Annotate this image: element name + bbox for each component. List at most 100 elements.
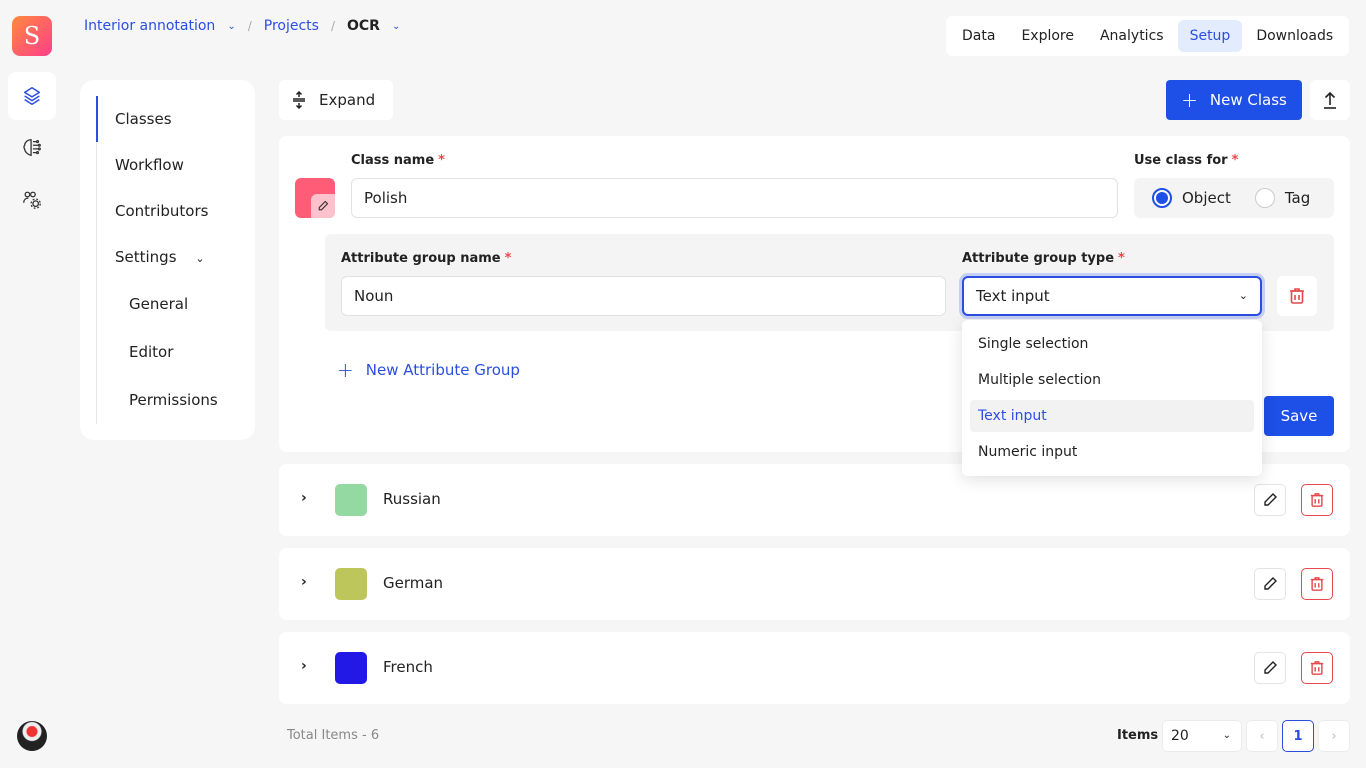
delete-attribute-group-button[interactable]: [1277, 276, 1317, 316]
edit-class-button[interactable]: [1254, 568, 1286, 600]
sidenav-active-indicator: [96, 96, 98, 142]
rail-classes-button[interactable]: [8, 72, 56, 120]
pencil-icon: [1264, 493, 1277, 506]
class-row: › French: [279, 632, 1350, 704]
trash-icon: [1290, 288, 1304, 304]
attribute-group-type-label: Attribute group type *: [962, 251, 1125, 266]
class-color-swatch: [335, 652, 367, 684]
chevron-down-icon[interactable]: ⌄: [392, 21, 400, 32]
chevron-right-icon[interactable]: ›: [301, 574, 307, 590]
plus-icon: +: [337, 358, 354, 382]
new-attribute-group-label: New Attribute Group: [365, 361, 520, 379]
rail-ai-button[interactable]: [8, 124, 56, 172]
radio-object-label[interactable]: Object: [1182, 189, 1231, 207]
breadcrumb: Interior annotation ⌄ / Projects / OCR ⌄: [84, 18, 400, 34]
breadcrumb-workspace[interactable]: Interior annotation: [84, 18, 215, 34]
expand-button[interactable]: Expand: [279, 80, 393, 120]
edit-class-button[interactable]: [1254, 484, 1286, 516]
delete-class-button[interactable]: [1301, 568, 1333, 600]
page-1-button[interactable]: 1: [1282, 720, 1314, 752]
new-class-label: New Class: [1209, 91, 1287, 109]
new-class-button[interactable]: + New Class: [1166, 80, 1302, 120]
next-page-button[interactable]: ›: [1318, 720, 1350, 752]
user-avatar[interactable]: [17, 721, 47, 751]
use-class-for-label: Use class for *: [1134, 153, 1239, 168]
edit-class-button[interactable]: [1254, 652, 1286, 684]
chevron-down-icon: ⌄: [1222, 730, 1231, 741]
chevron-right-icon[interactable]: ›: [301, 658, 307, 674]
total-items: Total Items - 6: [287, 728, 380, 743]
items-per-page-label: Items: [1117, 728, 1159, 743]
chevron-right-icon[interactable]: ›: [301, 490, 307, 506]
tab-downloads[interactable]: Downloads: [1244, 20, 1345, 52]
option-single-selection[interactable]: Single selection: [970, 328, 1254, 360]
trash-icon: [1310, 661, 1324, 675]
page-size-select[interactable]: 20 ⌄: [1162, 720, 1242, 752]
class-name-input[interactable]: Polish: [351, 178, 1118, 218]
breadcrumb-projects[interactable]: Projects: [264, 18, 319, 34]
select-value: Text input: [976, 287, 1050, 305]
class-name: German: [383, 574, 444, 592]
radio-tag[interactable]: [1254, 188, 1275, 208]
class-color-swatch: [335, 484, 367, 516]
radio-object[interactable]: [1152, 188, 1172, 208]
sidenav-item-general[interactable]: General: [129, 295, 188, 313]
sidenav-track: [96, 96, 97, 424]
attribute-group-name-input[interactable]: Noun: [341, 276, 946, 316]
pencil-icon: [311, 194, 335, 218]
upload-button[interactable]: [1310, 80, 1350, 120]
breadcrumb-project[interactable]: OCR: [347, 18, 380, 34]
sidenav-item-workflow[interactable]: Workflow: [115, 156, 184, 174]
tab-setup[interactable]: Setup: [1177, 20, 1243, 52]
class-name-label: Class name *: [351, 153, 445, 168]
trash-icon: [1310, 493, 1324, 507]
rail-team-button[interactable]: [8, 176, 56, 224]
class-color-picker[interactable]: [295, 178, 335, 218]
save-button[interactable]: Save: [1264, 396, 1334, 436]
logo-letter: S: [23, 22, 41, 50]
setup-sidenav: Classes Workflow Contributors Settings ⌄…: [80, 80, 255, 440]
brain-icon: [23, 139, 41, 157]
expand-icon: [293, 91, 305, 109]
prev-page-button[interactable]: ‹: [1246, 720, 1278, 752]
option-multiple-selection[interactable]: Multiple selection: [970, 364, 1254, 396]
tab-data[interactable]: Data: [950, 20, 1007, 52]
sidenav-item-classes[interactable]: Classes: [115, 110, 172, 128]
class-name: Russian: [383, 490, 441, 508]
upload-icon: [1324, 91, 1336, 109]
top-nav: Data Explore Analytics Setup Downloads: [946, 16, 1350, 56]
sidenav-item-contributors[interactable]: Contributors: [115, 202, 208, 220]
attribute-type-dropdown: Single selection Multiple selection Text…: [962, 320, 1262, 476]
settings-label: Settings: [115, 248, 177, 266]
plus-icon: +: [1181, 88, 1198, 112]
breadcrumb-separator: /: [330, 19, 335, 33]
sidenav-item-permissions[interactable]: Permissions: [129, 391, 218, 409]
chevron-down-icon: ⌄: [195, 252, 205, 265]
delete-class-button[interactable]: [1301, 484, 1333, 516]
page-size-value: 20: [1171, 728, 1189, 744]
use-class-for-group: Object Tag: [1134, 178, 1334, 218]
layers-icon: [23, 87, 41, 105]
new-attribute-group-button[interactable]: + New Attribute Group: [337, 358, 520, 382]
class-row: › German: [279, 548, 1350, 620]
tab-analytics[interactable]: Analytics: [1088, 20, 1176, 52]
class-color-swatch: [335, 568, 367, 600]
attribute-group-name-label: Attribute group name *: [341, 251, 512, 266]
tab-explore[interactable]: Explore: [1009, 20, 1086, 52]
users-gear-icon: [23, 191, 41, 209]
radio-tag-label[interactable]: Tag: [1285, 189, 1310, 207]
pencil-icon: [1264, 661, 1277, 674]
chevron-down-icon[interactable]: ⌄: [227, 21, 235, 32]
option-text-input[interactable]: Text input: [970, 400, 1254, 432]
chevron-down-icon: ⌄: [1238, 289, 1248, 302]
expand-label: Expand: [319, 91, 376, 109]
pencil-icon: [1264, 577, 1277, 590]
option-numeric-input[interactable]: Numeric input: [970, 436, 1254, 468]
sidenav-item-settings[interactable]: Settings ⌄: [115, 248, 205, 266]
trash-icon: [1310, 577, 1324, 591]
attribute-group-type-select[interactable]: Text input ⌄: [962, 276, 1262, 316]
delete-class-button[interactable]: [1301, 652, 1333, 684]
app-logo[interactable]: S: [12, 16, 52, 56]
breadcrumb-separator: /: [247, 19, 252, 33]
sidenav-item-editor[interactable]: Editor: [129, 343, 173, 361]
